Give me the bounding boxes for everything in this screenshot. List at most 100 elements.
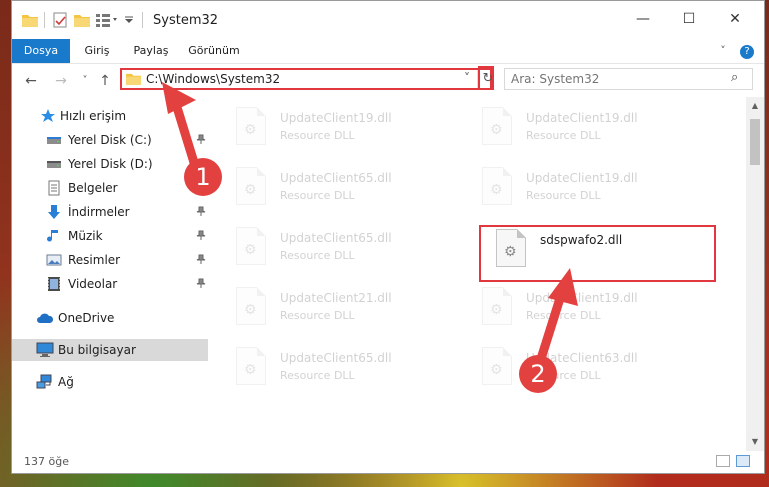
tab-share[interactable]: Paylaş <box>124 39 178 63</box>
file-item[interactable]: ⚙ UpdateClient65.dll Resource DLL <box>236 225 466 277</box>
sidebar-item-label: Müzik <box>68 229 103 243</box>
file-name: UpdateClient65.dll <box>280 171 392 185</box>
file-type: Resource DLL <box>526 189 601 202</box>
properties-icon[interactable] <box>52 11 68 29</box>
sidebar-item-label: Ağ <box>58 375 74 389</box>
dll-file-icon: ⚙ <box>236 347 266 385</box>
customize-toolbar-icon[interactable] <box>124 11 134 29</box>
file-type: Resource DLL <box>280 129 355 142</box>
dll-file-icon: ⚙ <box>236 287 266 325</box>
downloads-icon <box>46 204 62 220</box>
sidebar-item-label: İndirmeler <box>68 205 130 219</box>
highlight-box-refresh <box>478 66 494 90</box>
search-box[interactable]: ⌕ <box>504 68 753 90</box>
back-button[interactable]: ← <box>22 72 40 90</box>
sidebar-item-label: Resimler <box>68 253 121 267</box>
gear-icon: ⚙ <box>490 362 503 378</box>
file-name: UpdateClient21.dll <box>280 291 392 305</box>
search-input[interactable] <box>511 71 721 87</box>
gear-icon: ⚙ <box>490 302 503 318</box>
recent-locations-button[interactable]: ˅ <box>76 72 94 90</box>
videos-icon <box>46 276 62 292</box>
gear-icon: ⚙ <box>244 362 257 378</box>
sidebar-item-label: Belgeler <box>68 181 118 195</box>
gear-icon: ⚙ <box>244 242 257 258</box>
dll-file-icon: ⚙ <box>482 107 512 145</box>
folder-icon <box>126 72 141 88</box>
pin-icon <box>196 254 206 267</box>
sidebar-item-label: Yerel Disk (C:) <box>68 133 152 147</box>
dll-file-icon: ⚙ <box>236 167 266 205</box>
file-item[interactable]: ⚙ UpdateClient19.dll Resource DLL <box>482 165 712 217</box>
pin-icon <box>196 206 206 219</box>
dll-file-icon: ⚙ <box>482 347 512 385</box>
pictures-icon <box>46 252 62 268</box>
highlight-box-file <box>479 225 716 282</box>
new-folder-icon[interactable] <box>74 11 90 29</box>
documents-icon <box>46 180 62 196</box>
file-item[interactable]: ⚙ UpdateClient19.dll Resource DLL <box>482 105 712 157</box>
gear-icon: ⚙ <box>244 182 257 198</box>
sidebar-item-label: Hızlı erişim <box>60 109 127 123</box>
tab-view[interactable]: Görünüm <box>184 39 244 63</box>
large-icons-view-icon[interactable] <box>736 455 750 467</box>
up-button[interactable]: ↑ <box>96 72 114 90</box>
close-button[interactable]: ✕ <box>720 7 750 31</box>
file-item[interactable]: ⚙ UpdateClient19.dll Resource DLL <box>482 285 712 337</box>
vertical-scrollbar[interactable]: ▲ ▼ <box>746 97 764 451</box>
pin-icon <box>196 230 206 243</box>
file-name: UpdateClient19.dll <box>526 171 638 185</box>
step-badge-1: 1 <box>184 158 222 196</box>
status-bar: 137 öğe <box>12 451 764 473</box>
scroll-up-icon[interactable]: ▲ <box>746 97 764 115</box>
sidebar-item-pictures[interactable]: Resimler <box>12 249 208 271</box>
forward-button[interactable]: → <box>52 72 70 90</box>
file-name: UpdateClient19.dll <box>526 111 638 125</box>
gear-icon: ⚙ <box>490 122 503 138</box>
file-item[interactable]: ⚙ UpdateClient65.dll Resource DLL <box>236 165 466 217</box>
computer-icon <box>36 342 54 358</box>
navigation-bar: ← → ˅ ↑ C:\Windows\System32 ˅ ↻ ⌕ <box>12 63 764 98</box>
minimize-button[interactable]: — <box>628 7 658 31</box>
file-item[interactable]: ⚙ UpdateClient63.dll Resource DLL <box>482 345 712 397</box>
dll-file-icon: ⚙ <box>482 287 512 325</box>
tab-home[interactable]: Giriş <box>76 39 118 63</box>
file-type: Resource DLL <box>280 189 355 202</box>
gear-icon: ⚙ <box>244 122 257 138</box>
file-type: Resource DLL <box>526 129 601 142</box>
item-count: 137 öğe <box>24 455 69 468</box>
file-type: Resource DLL <box>280 309 355 322</box>
sidebar-item-this-pc[interactable]: Bu bilgisayar <box>12 339 208 361</box>
star-icon <box>40 108 56 124</box>
ribbon-collapse-button[interactable]: ˅ <box>714 39 732 63</box>
sidebar-item-music[interactable]: Müzik <box>12 225 208 247</box>
view-options-icon[interactable] <box>96 11 118 29</box>
scroll-down-icon[interactable]: ▼ <box>746 433 764 451</box>
sidebar-item-network[interactable]: Ağ <box>12 371 208 393</box>
sidebar-item-label: Videolar <box>68 277 118 291</box>
file-item[interactable]: ⚙ UpdateClient65.dll Resource DLL <box>236 345 466 397</box>
maximize-button[interactable]: ☐ <box>674 7 704 31</box>
sidebar-item-videos[interactable]: Videolar <box>12 273 208 295</box>
file-type: Resource DLL <box>280 249 355 262</box>
file-type: Resource DLL <box>280 369 355 382</box>
file-name: UpdateClient65.dll <box>280 351 392 365</box>
sidebar-item-onedrive[interactable]: OneDrive <box>12 307 208 329</box>
file-item[interactable]: ⚙ UpdateClient19.dll Resource DLL <box>236 105 466 157</box>
title-bar: System32 — ☐ ✕ <box>12 1 764 39</box>
details-view-icon[interactable] <box>716 455 730 467</box>
dll-file-icon: ⚙ <box>236 107 266 145</box>
sidebar-item-label: Bu bilgisayar <box>58 343 136 357</box>
address-dropdown-button[interactable]: ˅ <box>464 71 470 85</box>
search-icon[interactable]: ⌕ <box>731 70 738 85</box>
gear-icon: ⚙ <box>490 182 503 198</box>
sidebar-item-downloads[interactable]: İndirmeler <box>12 201 208 223</box>
file-item[interactable]: ⚙ UpdateClient21.dll Resource DLL <box>236 285 466 337</box>
scrollbar-thumb[interactable] <box>750 119 760 165</box>
step-badge-2: 2 <box>519 355 557 393</box>
file-name: UpdateClient65.dll <box>280 231 392 245</box>
help-button[interactable]: ? <box>738 39 756 63</box>
help-icon: ? <box>740 45 754 59</box>
file-name: UpdateClient19.dll <box>280 111 392 125</box>
dll-file-icon: ⚙ <box>236 227 266 265</box>
